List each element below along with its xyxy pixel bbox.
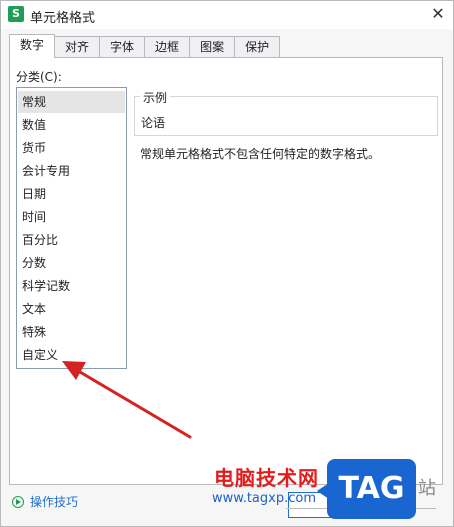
arrow-shaft [78,370,192,439]
annotation-arrow [62,361,192,439]
ok-button[interactable] [288,492,362,518]
arrow-head [62,361,86,380]
tab-number[interactable]: 数字 [9,34,56,58]
play-circle-icon[interactable] [12,496,24,508]
tips-link[interactable]: 操作技巧 [30,493,78,510]
